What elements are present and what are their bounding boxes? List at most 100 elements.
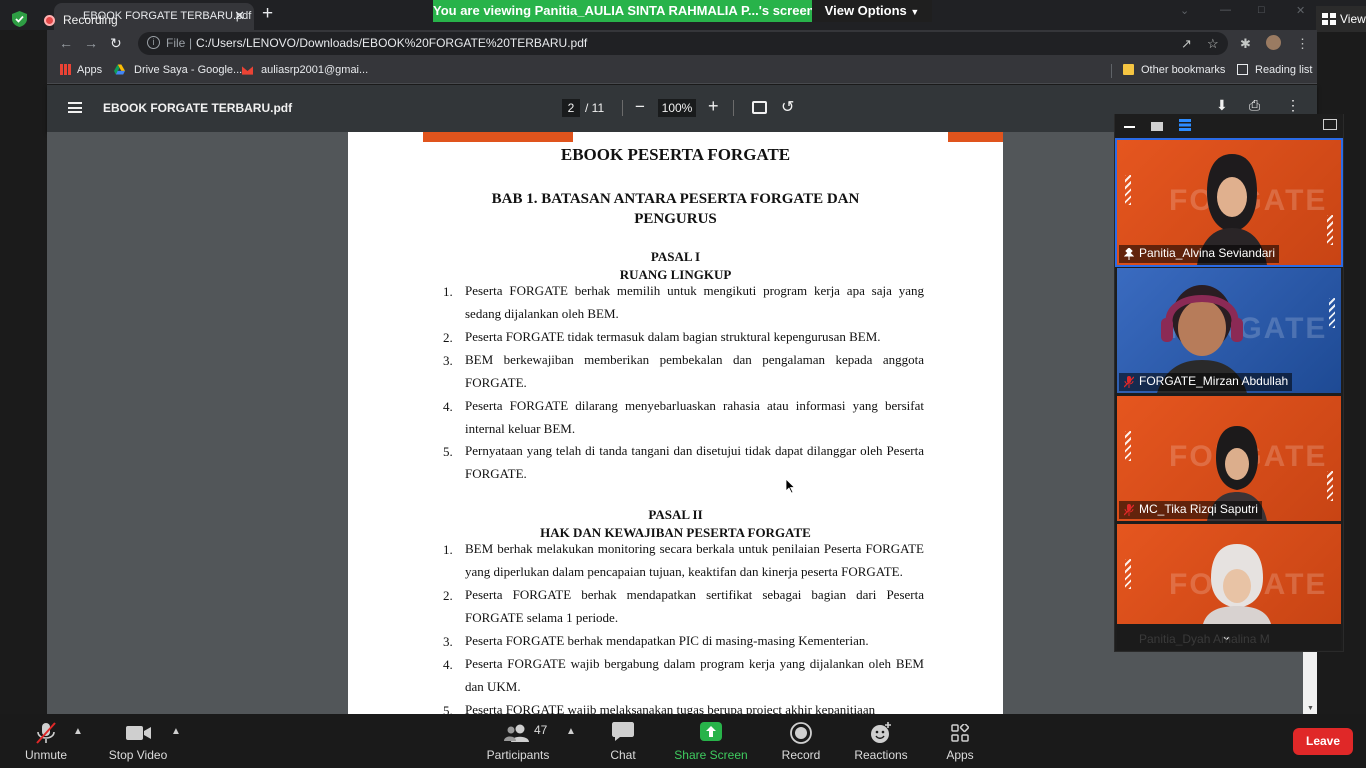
list-number: 3. <box>443 353 453 368</box>
list-number: 4. <box>443 399 453 414</box>
menu-icon[interactable] <box>68 102 82 113</box>
chat-icon <box>612 722 634 741</box>
participant-name: Panitia_Alvina Seviandari <box>1139 246 1276 260</box>
reload-icon[interactable]: ↻ <box>110 35 122 52</box>
list-item: BEM berhak melakukan monitoring secara b… <box>465 541 924 579</box>
record-icon <box>790 722 812 744</box>
chat-button[interactable]: Chat <box>595 714 651 768</box>
list-number: 2. <box>443 330 453 345</box>
page-number-input[interactable]: 2 <box>562 99 580 117</box>
list-number: 4. <box>443 657 453 672</box>
chrome-menu-icon[interactable]: ⋮ <box>1296 36 1309 52</box>
audio-options-caret-icon[interactable]: ▲ <box>73 726 83 737</box>
stripe-decoration <box>1329 298 1335 328</box>
more-options-icon[interactable]: ⋮ <box>1286 97 1300 114</box>
apps-button[interactable]: Apps <box>936 714 984 768</box>
participant-name: MC_Tika Rizqi Saputri <box>1139 502 1258 516</box>
video-options-caret-icon[interactable]: ▲ <box>171 726 181 737</box>
participant-name: FORGATE_Mirzan Abdullah <box>1139 374 1289 388</box>
profile-avatar[interactable] <box>1266 35 1281 50</box>
stop-video-button[interactable]: Stop Video <box>100 714 176 768</box>
toolbar-divider <box>622 100 623 116</box>
page-header-decoration <box>948 132 1003 142</box>
participant-video[interactable]: FORGATE Panitia_Alvina Seviandari <box>1115 138 1343 267</box>
back-icon[interactable]: ← <box>59 35 73 51</box>
minimize-gallery-icon[interactable] <box>1124 126 1135 128</box>
participants-label: Participants <box>486 748 550 762</box>
participant-video[interactable]: FORGATE FORGATE_Mirzan Abdullah <box>1117 268 1341 393</box>
shield-check-icon <box>12 11 27 27</box>
minimize-icon[interactable]: — <box>1220 4 1231 16</box>
google-drive-icon <box>114 64 125 75</box>
list-number: 1. <box>443 542 453 557</box>
fit-page-icon[interactable] <box>752 101 767 114</box>
chapter-title-line2: PENGURUS <box>634 211 717 227</box>
share-screen-label: Share Screen <box>674 748 748 762</box>
bookmarks-bar: Apps Drive Saya - Google... auliasrp2001… <box>47 57 1317 84</box>
rotate-icon[interactable]: ↺ <box>781 97 794 117</box>
new-tab-button[interactable]: + <box>262 3 273 25</box>
extensions-icon[interactable]: ✱ <box>1240 36 1251 52</box>
share-screen-button[interactable]: Share Screen <box>672 714 750 768</box>
list-item: Peserta FORGATE dilarang menyebarluaskan… <box>465 398 924 436</box>
gallery-strip-icon[interactable] <box>1179 119 1191 131</box>
participant-name: Panitia_Dyah Amalina M <box>1139 632 1270 646</box>
page-total: / 11 <box>585 101 605 115</box>
grid-view-icon <box>1322 13 1336 25</box>
speaker-view-icon[interactable] <box>1151 122 1163 131</box>
muted-mic-icon <box>1124 504 1134 516</box>
participants-options-caret-icon[interactable]: ▲ <box>566 726 576 737</box>
share-icon[interactable]: ↗ <box>1181 36 1192 52</box>
url-text[interactable]: C:/Users/LENOVO/Downloads/EBOOK%20FORGAT… <box>196 36 587 50</box>
bookmark-apps[interactable]: Apps <box>77 64 102 76</box>
url-separator: | <box>189 36 193 50</box>
participant-video[interactable]: FORGATE ⌄ Panitia_Dyah Amalina M <box>1117 524 1341 650</box>
apps-grid-icon <box>60 64 71 75</box>
list-item: Peserta FORGATE wajib melaksanakan tugas… <box>465 702 876 714</box>
bookmarks-divider <box>1111 64 1112 78</box>
reactions-button[interactable]: Reactions <box>848 714 914 768</box>
gallery-header <box>1115 114 1343 140</box>
list-item: Peserta FORGATE berhak memilih untuk men… <box>465 283 924 321</box>
zoom-level-input[interactable]: 100% <box>658 99 696 117</box>
zoom-in-icon[interactable]: + <box>708 96 719 117</box>
list-number: 5. <box>443 703 453 714</box>
list-item: Peserta FORGATE berhak mendapatkan serti… <box>465 587 924 625</box>
view-label: View <box>1340 12 1366 26</box>
muted-mic-icon <box>36 722 56 744</box>
pdf-page: EBOOK PESERTA FORGATE BAB 1. BATASAN ANT… <box>348 132 1003 714</box>
list-number: 2. <box>443 588 453 603</box>
maximize-icon[interactable]: □ <box>1258 4 1265 16</box>
omnibox[interactable]: i File | C:/Users/LENOVO/Downloads/EBOOK… <box>138 32 1228 55</box>
close-tab-icon[interactable]: ✕ <box>234 8 245 24</box>
close-window-icon[interactable]: ✕ <box>1296 4 1305 17</box>
other-bookmarks[interactable]: Other bookmarks <box>1141 64 1225 76</box>
exit-gallery-icon[interactable] <box>1323 119 1337 130</box>
view-options-button[interactable]: View Options ▼ <box>812 0 932 22</box>
download-icon[interactable]: ⬇ <box>1216 97 1228 114</box>
reading-list-icon <box>1237 64 1248 75</box>
info-icon[interactable]: i <box>147 36 160 49</box>
zoom-out-icon[interactable]: − <box>635 97 645 117</box>
stripe-decoration <box>1125 559 1131 589</box>
muted-mic-icon <box>1124 376 1134 388</box>
recording-label: Recording <box>63 13 118 27</box>
record-button[interactable]: Record <box>772 714 830 768</box>
scroll-down-icon[interactable]: ▼ <box>1307 705 1314 712</box>
forward-icon[interactable]: → <box>84 35 98 51</box>
participant-video[interactable]: FORGATE MC_Tika Rizqi Saputri <box>1117 396 1341 521</box>
participants-button[interactable]: 47 Participants <box>482 714 554 768</box>
chevron-down-icon[interactable]: ⌄ <box>1180 4 1189 17</box>
bookmark-drive[interactable]: Drive Saya - Google... <box>134 64 242 76</box>
chapter-title-line1: BAB 1. BATASAN ANTARA PESERTA FORGATE DA… <box>491 191 860 207</box>
stripe-decoration <box>1125 431 1131 461</box>
leave-button[interactable]: Leave <box>1293 728 1353 755</box>
mouse-cursor-icon <box>786 479 796 494</box>
zoom-view-button[interactable]: View <box>1316 6 1366 32</box>
bookmark-gmail[interactable]: auliasrp2001@gmai... <box>261 64 368 76</box>
reading-list[interactable]: Reading list <box>1255 64 1312 76</box>
list-number: 1. <box>443 284 453 299</box>
star-icon[interactable]: ☆ <box>1207 36 1219 52</box>
print-icon[interactable]: ⎙ <box>1249 97 1260 114</box>
unmute-button[interactable]: Unmute <box>14 714 78 768</box>
